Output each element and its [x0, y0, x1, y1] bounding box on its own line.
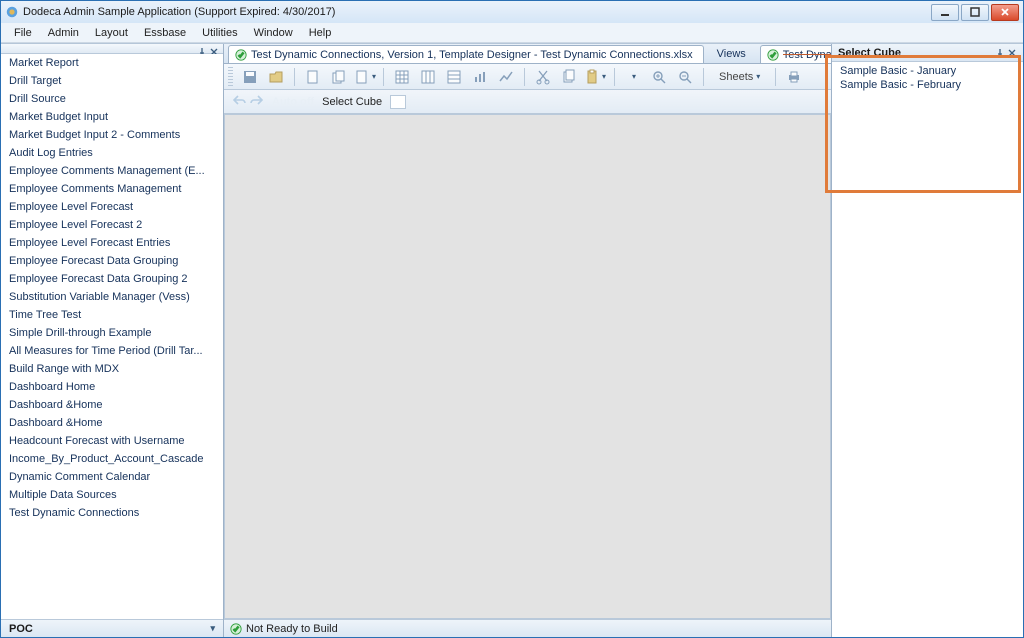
tab-label: Test Dynamic Connections, Version 1, Tem… — [251, 49, 693, 61]
menu-layout[interactable]: Layout — [88, 25, 135, 41]
right-panel-title: Select Cube — [838, 47, 901, 59]
paste-icon[interactable] — [584, 66, 606, 88]
sidebar-item[interactable]: Simple Drill-through Example — [1, 324, 223, 342]
undo-icon[interactable] — [232, 93, 246, 110]
sidebar-item[interactable]: Dynamic Comment Calendar — [1, 468, 223, 486]
minimize-button[interactable] — [931, 4, 959, 21]
tab-template-designer[interactable]: Test Dynamic Connections, Version 1, Tem… — [228, 45, 704, 63]
save-icon[interactable] — [239, 66, 261, 88]
sidebar-item[interactable]: Market Report — [1, 54, 223, 72]
open-icon[interactable] — [265, 66, 287, 88]
cube-list-item[interactable]: Sample Basic - January — [832, 64, 1023, 78]
zoom-out-icon[interactable] — [674, 66, 696, 88]
pin-icon[interactable] — [995, 48, 1005, 58]
sidebar-item[interactable]: Substitution Variable Manager (Vess) — [1, 288, 223, 306]
views-label[interactable]: Views — [703, 46, 760, 62]
sidebar-footer[interactable]: POC ▾ — [1, 619, 223, 637]
main-area: Test Dynamic Connections, Version 1, Tem… — [224, 44, 831, 637]
sidebar-item[interactable]: Employee Forecast Data Grouping 2 — [1, 270, 223, 288]
sidebar-item[interactable]: Dashboard Home — [1, 378, 223, 396]
toolbar-grip — [228, 67, 233, 87]
close-button[interactable] — [991, 4, 1019, 21]
copy-icon[interactable] — [558, 66, 580, 88]
app-icon — [5, 5, 19, 19]
secondary-toolbar: Auto off Select Cube — [224, 90, 831, 114]
sidebar-list[interactable]: Market ReportDrill TargetDrill SourceMar… — [1, 54, 223, 619]
grid3-icon[interactable] — [443, 66, 465, 88]
grid-icon[interactable] — [391, 66, 413, 88]
sidebar-item[interactable]: Market Budget Input — [1, 108, 223, 126]
chart2-icon[interactable] — [495, 66, 517, 88]
maximize-button[interactable] — [961, 4, 989, 21]
duplicate-sheet-icon[interactable] — [328, 66, 350, 88]
tab-label: Test Dynamic Connections — [783, 49, 831, 61]
chevron-down-icon: ▾ — [210, 623, 215, 634]
menu-utilities[interactable]: Utilities — [195, 25, 244, 41]
menu-window[interactable]: Window — [247, 25, 300, 41]
grid2-icon[interactable] — [417, 66, 439, 88]
menu-admin[interactable]: Admin — [41, 25, 86, 41]
pin-icon[interactable] — [197, 44, 207, 54]
print-icon[interactable] — [783, 66, 805, 88]
sheet-options-icon[interactable] — [354, 66, 376, 88]
status-text: Not Ready to Build — [246, 623, 338, 635]
menu-file[interactable]: File — [7, 25, 39, 41]
sidebar-header — [1, 44, 223, 54]
check-icon — [235, 49, 247, 61]
status-check-icon — [230, 623, 242, 635]
zoom-in-icon[interactable] — [648, 66, 670, 88]
design-canvas[interactable] — [224, 114, 831, 619]
sidebar-item[interactable]: Headcount Forecast with Username — [1, 432, 223, 450]
sidebar-item[interactable]: Drill Source — [1, 90, 223, 108]
sheets-dropdown[interactable]: Sheets — [711, 71, 768, 83]
sidebar-footer-label: POC — [9, 623, 33, 635]
sidebar-item[interactable]: Employee Comments Management (E... — [1, 162, 223, 180]
sidebar-item[interactable]: Market Budget Input 2 - Comments — [1, 126, 223, 144]
sidebar-item[interactable]: Employee Forecast Data Grouping — [1, 252, 223, 270]
check-icon — [767, 49, 779, 61]
window-title: Dodeca Admin Sample Application (Support… — [23, 6, 931, 18]
cube-list-item[interactable]: Sample Basic - February — [832, 78, 1023, 92]
sidebar-item[interactable]: All Measures for Time Period (Drill Tar.… — [1, 342, 223, 360]
select-cube-dropdown[interactable] — [390, 95, 406, 109]
redo-icon[interactable] — [250, 93, 264, 110]
menu-essbase[interactable]: Essbase — [137, 25, 193, 41]
cube-list[interactable]: Sample Basic - JanuarySample Basic - Feb… — [832, 62, 1023, 637]
sidebar-item[interactable]: Time Tree Test — [1, 306, 223, 324]
sidebar-item[interactable]: Build Range with MDX — [1, 360, 223, 378]
sidebar-item[interactable]: Income_By_Product_Account_Cascade — [1, 450, 223, 468]
menu-help[interactable]: Help — [302, 25, 339, 41]
sidebar-item[interactable]: Audit Log Entries — [1, 144, 223, 162]
menubar: File Admin Layout Essbase Utilities Wind… — [1, 23, 1023, 43]
tabstrip: Test Dynamic Connections, Version 1, Tem… — [224, 44, 831, 64]
right-panel: Select Cube Sample Basic - JanuarySample… — [831, 44, 1023, 637]
auto-off-label: Auto off — [272, 96, 314, 108]
chart-icon[interactable] — [469, 66, 491, 88]
sidebar-item[interactable]: Drill Target — [1, 72, 223, 90]
sidebar: Market ReportDrill TargetDrill SourceMar… — [1, 44, 224, 637]
sidebar-item[interactable]: Multiple Data Sources — [1, 486, 223, 504]
zoom-dropdown[interactable] — [622, 66, 644, 88]
right-panel-header: Select Cube — [832, 44, 1023, 62]
sidebar-item[interactable]: Employee Level Forecast Entries — [1, 234, 223, 252]
cut-icon[interactable] — [532, 66, 554, 88]
status-bar: Not Ready to Build — [224, 619, 831, 637]
select-cube-label: Select Cube — [322, 96, 382, 108]
sidebar-item[interactable]: Employee Level Forecast 2 — [1, 216, 223, 234]
sidebar-item[interactable]: Dashboard &Home — [1, 396, 223, 414]
sidebar-close-icon[interactable] — [209, 44, 219, 54]
new-sheet-icon[interactable] — [302, 66, 324, 88]
sidebar-item[interactable]: Employee Level Forecast — [1, 198, 223, 216]
sidebar-item[interactable]: Dashboard &Home — [1, 414, 223, 432]
toolbar: Sheets — [224, 64, 831, 90]
sidebar-item[interactable]: Test Dynamic Connections — [1, 504, 223, 522]
sidebar-item[interactable]: Employee Comments Management — [1, 180, 223, 198]
tab-dynamic-connections[interactable]: Test Dynamic Connections × — [760, 45, 831, 63]
panel-close-icon[interactable] — [1007, 48, 1017, 58]
titlebar: Dodeca Admin Sample Application (Support… — [1, 1, 1023, 23]
